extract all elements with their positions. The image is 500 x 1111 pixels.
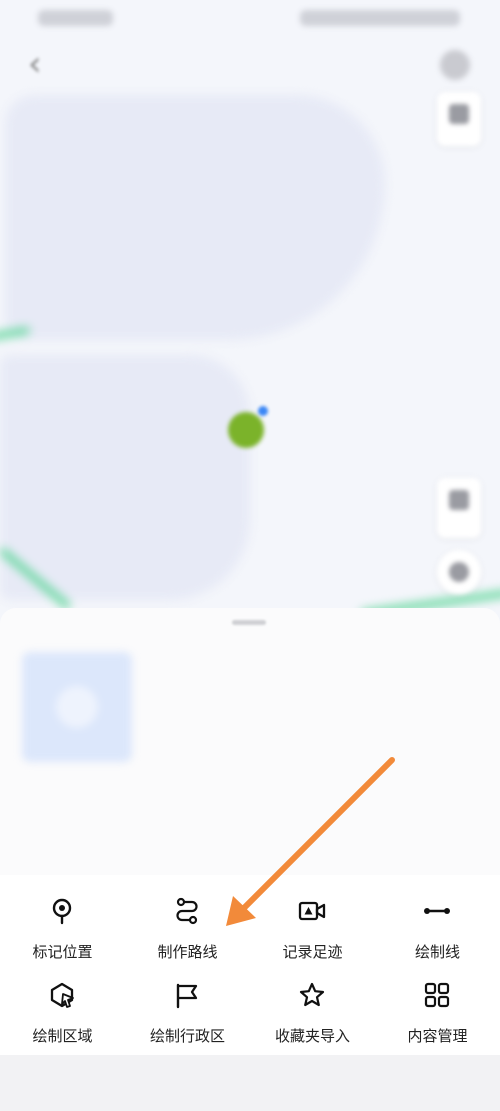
navigation-button[interactable] (437, 478, 481, 538)
route-icon (176, 897, 198, 925)
tool-label: 绘制行政区 (149, 1027, 225, 1045)
sheet-content (0, 608, 500, 878)
tool-content-management[interactable]: 内容管理 (375, 967, 500, 1045)
status-bar (0, 0, 500, 36)
navigation-icon (449, 490, 469, 510)
tool-label: 绘制线 (414, 943, 460, 961)
tool-grid: 标记位置 制作路线 记录足迹 绘制线 绘制区域 绘制行政区 收藏夹导入 内容管理 (0, 875, 500, 1055)
tool-label: 制作路线 (157, 943, 218, 961)
tool-draw-area[interactable]: 绘制区域 (0, 967, 125, 1045)
tool-label: 内容管理 (407, 1027, 468, 1045)
location-marker[interactable] (228, 412, 264, 448)
map-region (5, 95, 385, 340)
my-location-button[interactable] (437, 550, 481, 594)
tool-make-route[interactable]: 制作路线 (125, 883, 250, 961)
tool-label: 标记位置 (32, 943, 93, 961)
map-cover-image[interactable] (22, 652, 132, 762)
tool-draw-district[interactable]: 绘制行政区 (125, 967, 250, 1045)
map-view[interactable]: ‹ (0, 0, 500, 640)
map-region (0, 355, 250, 600)
grid-icon (424, 982, 450, 1008)
more-button[interactable] (440, 50, 470, 80)
header: ‹ (0, 38, 500, 94)
tool-draw-line[interactable]: 绘制线 (375, 883, 500, 961)
tool-label: 记录足迹 (282, 943, 343, 961)
map-info-sheet[interactable] (0, 608, 500, 878)
back-button[interactable]: ‹ (28, 47, 58, 81)
layer-button[interactable] (437, 92, 481, 146)
line-icon (424, 908, 450, 914)
draw-area-icon (50, 982, 74, 1008)
location-badge (258, 406, 268, 416)
locate-icon (449, 562, 469, 582)
cover-icon (56, 686, 98, 728)
status-left (38, 10, 113, 26)
map-pin-icon (52, 898, 72, 925)
flag-icon (176, 983, 198, 1009)
map-canvas (0, 0, 500, 640)
status-right (300, 10, 460, 26)
layers-icon (449, 104, 469, 124)
bottom-safe-area (0, 1055, 500, 1111)
tool-label: 绘制区域 (32, 1027, 93, 1045)
tool-import-favorites[interactable]: 收藏夹导入 (250, 967, 375, 1045)
star-icon (299, 982, 325, 1007)
tool-record-track[interactable]: 记录足迹 (250, 883, 375, 961)
video-camera-icon (298, 901, 326, 921)
tool-mark-location[interactable]: 标记位置 (0, 883, 125, 961)
tool-label: 收藏夹导入 (274, 1027, 350, 1045)
